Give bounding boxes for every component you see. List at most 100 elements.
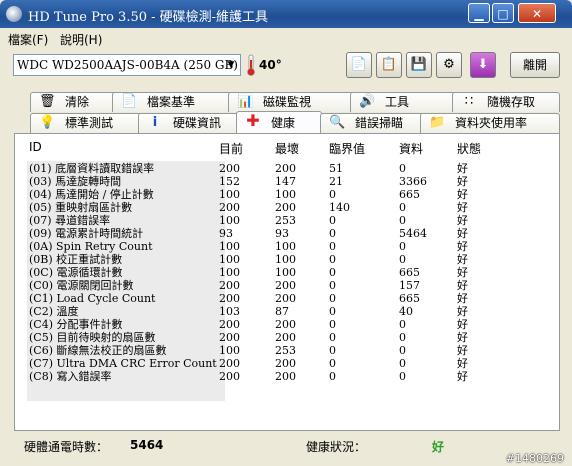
table-row[interactable]: (C2) 溫度 103 87 0 40 好 [15,305,561,318]
cell-threshold: 0 [329,240,336,253]
download-button[interactable]: ⬇ [470,52,496,78]
cell-status: 好 [457,344,468,357]
cell-data: 0 [399,162,406,175]
cell-data: 0 [399,253,406,266]
tab-health[interactable]: ✚ 健康 [236,111,322,133]
cell-threshold: 51 [329,162,343,175]
table-row[interactable]: (C5) 目前待映射的扇區數 200 200 0 0 好 [15,331,561,344]
cell-current: 200 [219,370,240,383]
table-row[interactable]: (09) 電源累計時間統計 93 93 0 5464 好 [15,227,561,240]
cell-worst: 253 [275,344,296,357]
cell-status: 好 [457,279,468,292]
cell-status: 好 [457,240,468,253]
table-row[interactable]: (C0) 電源關閉回計數 200 200 0 157 好 [15,279,561,292]
tab-label: 資料夾使用率 [455,116,528,130]
chevron-down-icon: ▼ [227,60,235,70]
cell-id: (0A) Spin Retry Count [29,240,153,253]
tab-disk-monitor[interactable]: 📊 磁碟監視 [228,92,354,112]
tab-disk-info[interactable]: i 硬碟資訊 [138,113,244,133]
tab-file-benchmark[interactable]: 📄 檔案基準 [112,92,232,112]
maximize-button[interactable]: □ [492,3,514,23]
cell-id: (C1) Load Cycle Count [29,292,156,305]
tab-folder-usage[interactable]: 📁 資料夾使用率 [420,113,560,133]
cell-threshold: 0 [329,214,336,227]
table-row[interactable]: (C4) 分配事件計數 200 200 0 0 好 [15,318,561,331]
copy-text-button[interactable]: 📄 [346,52,372,78]
tab-label: 磁碟監視 [263,95,312,109]
cell-threshold: 0 [329,357,336,370]
tab-tools[interactable]: 🔊 工具 [350,92,456,112]
copy-screenshot-button[interactable]: 📋 [376,52,402,78]
tab-label: 清除 [65,95,90,109]
cell-id: (09) 電源累計時間統計 [29,227,144,240]
cell-current: 200 [219,357,240,370]
col-header-status[interactable]: 狀態 [457,140,481,157]
table-row[interactable]: (0B) 校正重試計數 100 100 0 0 好 [15,253,561,266]
cell-threshold: 0 [329,331,336,344]
temperature-readout: 40° [259,58,282,72]
cell-current: 93 [219,227,233,240]
cell-worst: 100 [275,266,296,279]
table-row[interactable]: (07) 尋道錯誤率 100 253 0 0 好 [15,214,561,227]
minimize-button[interactable]: ▁ [468,3,490,23]
cell-worst: 200 [275,331,296,344]
tab-error-scan[interactable]: 🔍 錯誤掃瞄 [320,113,424,133]
col-header-threshold[interactable]: 臨界值 [329,140,365,157]
trash-icon: 🗑 [39,94,56,109]
cell-status: 好 [457,292,468,305]
tab-label: 健康 [271,116,296,130]
menu-file[interactable]: 檔案(F) [8,31,48,48]
cell-data: 0 [399,240,406,253]
table-row[interactable]: (01) 底層資料讀取錯誤率 200 200 51 0 好 [15,162,561,175]
col-header-worst[interactable]: 最壞 [275,140,299,157]
cell-data: 0 [399,370,406,383]
cell-worst: 100 [275,188,296,201]
cell-id: (C4) 分配事件計數 [29,318,123,331]
cell-data: 40 [399,305,413,318]
cell-threshold: 140 [329,201,350,214]
cell-threshold: 0 [329,227,336,240]
cell-current: 200 [219,162,240,175]
col-header-data[interactable]: 資料 [399,140,423,157]
save-button[interactable]: 💾 [406,52,432,78]
cell-data: 157 [399,279,420,292]
cell-data: 0 [399,201,406,214]
cell-threshold: 0 [329,305,336,318]
health-status-label: 健康狀況： [306,440,367,454]
col-header-id[interactable]: ID [29,140,42,154]
cell-data: 665 [399,188,420,201]
cell-status: 好 [457,331,468,344]
cell-status: 好 [457,188,468,201]
cell-id: (04) 馬達開始 / 停止計數 [29,188,154,201]
options-button[interactable]: ⚙ [436,52,462,78]
cell-worst: 87 [275,305,289,318]
power-on-hours-value: 5464 [130,438,164,452]
table-row[interactable]: (04) 馬達開始 / 停止計數 100 100 0 665 好 [15,188,561,201]
table-row[interactable]: (05) 重映射扇區計數 200 200 140 0 好 [15,201,561,214]
menu-bar: 檔案(F) 說明(H) [0,28,572,48]
close-button[interactable]: ✕ [518,3,556,23]
exit-button[interactable]: 離開 [510,52,560,78]
cell-data: 3366 [399,175,427,188]
cell-id: (0B) 校正重試計數 [29,253,123,266]
tab-random-access[interactable]: ∷ 隨機存取 [452,92,560,112]
tab-label: 檔案基準 [147,95,196,109]
table-row[interactable]: (03) 馬達旋轉時間 152 147 21 3366 好 [15,175,561,188]
menu-help[interactable]: 說明(H) [60,31,102,48]
table-row[interactable]: (C1) Load Cycle Count 200 200 0 665 好 [15,292,561,305]
app-icon [6,6,22,22]
tab-row-top: 🗑 清除 📄 檔案基準 📊 磁碟監視 🔊 工具 ∷ 隨機存取 [14,92,560,112]
drive-select-value: WDC WD2500AAJS-00B4A (250 GB) [17,58,238,72]
cell-threshold: 0 [329,188,336,201]
cell-threshold: 0 [329,292,336,305]
table-row[interactable]: (C6) 斷線無法校正的扇區數 100 253 0 0 好 [15,344,561,357]
cell-id: (01) 底層資料讀取錯誤率 [29,162,155,175]
tab-benchmark[interactable]: 💡 標準測試 [30,113,142,133]
drive-select[interactable]: WDC WD2500AAJS-00B4A (250 GB) ▼ [13,54,241,76]
col-header-current[interactable]: 目前 [219,140,243,157]
table-row[interactable]: (0A) Spin Retry Count 100 100 0 0 好 [15,240,561,253]
cell-current: 100 [219,240,240,253]
table-row[interactable]: (C8) 寫入錯誤率 200 200 0 0 好 [15,370,561,383]
table-row[interactable]: (C7) Ultra DMA CRC Error Count 200 200 0 0 好 [15,357,561,370]
table-row[interactable]: (0C) 電源循環計數 100 100 0 665 好 [15,266,561,279]
